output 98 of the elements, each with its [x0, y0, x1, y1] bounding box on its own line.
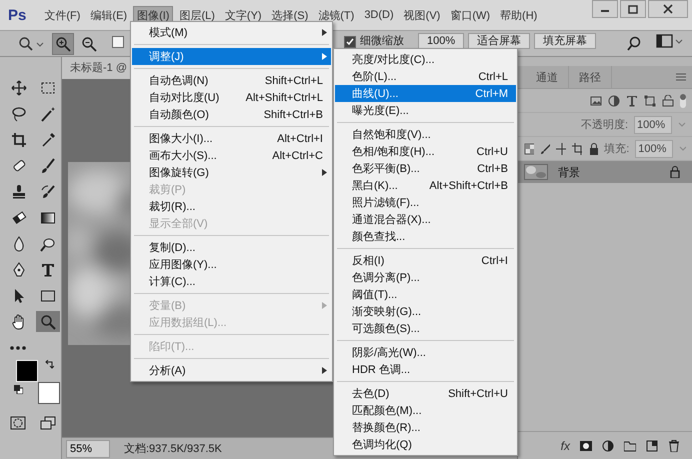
checkbox-label: 细微缩放 [360, 34, 404, 48]
menu-item[interactable]: 可选颜色(S)... [335, 320, 516, 337]
close-icon [663, 4, 673, 14]
menu-title[interactable]: 文件(F) [40, 6, 84, 24]
foreground-color-swatch[interactable] [16, 360, 38, 382]
menu-item[interactable]: 通道混合器(X)... [335, 211, 516, 228]
menu-item[interactable]: 自动对比度(U) Alt+Shift+Ctrl+L [132, 89, 331, 106]
menu-item[interactable]: 复制(D)... [132, 239, 331, 256]
menu-item[interactable]: 色彩平衡(B)... Ctrl+B [335, 160, 516, 177]
option-button[interactable]: 100% [418, 33, 464, 49]
lock-icon[interactable] [588, 142, 598, 154]
background-color-swatch[interactable] [38, 382, 60, 404]
zoom-in-icon[interactable] [52, 33, 74, 55]
checkbox[interactable] [112, 36, 124, 48]
zoom-field[interactable]: 55% [66, 440, 110, 458]
menu-title[interactable]: 选择(S) [268, 6, 312, 24]
menu-item[interactable]: 计算(C)... [132, 273, 331, 290]
layer-style-button[interactable]: fx [560, 438, 570, 452]
menu-item[interactable]: 画布大小(S)... Alt+Ctrl+C [132, 147, 331, 164]
layer-thumbnail [524, 164, 548, 180]
filter-toggle-icon[interactable] [680, 94, 686, 108]
menu-item[interactable]: 调整(J) [132, 48, 331, 65]
fill-label: 填充: [604, 142, 630, 156]
menu-item[interactable]: 亮度/对比度(C)... [335, 51, 516, 68]
restore-button[interactable] [620, 0, 646, 18]
menu-item[interactable]: 曲线(U)... Ctrl+M [335, 85, 516, 102]
menu-title[interactable]: 窗口(W) [446, 6, 494, 24]
menu-title[interactable]: 帮助(H) [496, 6, 542, 24]
default-colors-icon[interactable] [14, 385, 23, 394]
menu-title[interactable]: 编辑(E) [86, 6, 132, 24]
menu-item[interactable]: 反相(I) Ctrl+I [335, 252, 516, 269]
artboard-icon[interactable] [572, 142, 582, 154]
search-icon[interactable] [626, 36, 642, 52]
menu-item[interactable]: 色阶(L)... Ctrl+L [335, 68, 516, 85]
menu-item[interactable]: 照片滤镜(F)... [335, 194, 516, 211]
trash-icon[interactable] [668, 440, 680, 452]
submenu-arrow-icon [322, 169, 327, 176]
menu-item[interactable]: 色调均化(Q) [335, 436, 516, 453]
minimize-button[interactable] [592, 0, 618, 18]
opacity-field[interactable]: 100% [634, 116, 672, 134]
submenu-arrow-icon [322, 29, 327, 36]
menu-item[interactable]: 色调分离(P)... [335, 269, 516, 286]
app-logo: Ps [7, 6, 28, 24]
checkbox[interactable] [344, 36, 356, 48]
zoom-icon[interactable] [36, 311, 60, 332]
smart-object-filter-icon[interactable] [662, 94, 674, 106]
workspace-icon[interactable] [656, 33, 684, 49]
lock-pixels-icon[interactable] [524, 142, 534, 154]
adjustment-layer-icon[interactable] [602, 440, 614, 452]
swap-colors-icon[interactable] [45, 360, 54, 369]
menu-item[interactable]: 替换颜色(R)... [335, 419, 516, 436]
menu-item[interactable]: 匹配颜色(M)... [335, 402, 516, 419]
menu-item[interactable]: 阴影/高光(W)... [335, 344, 516, 361]
adjustment-filter-icon[interactable] [608, 94, 620, 106]
folder-icon[interactable] [624, 440, 636, 452]
mask-icon[interactable] [580, 440, 592, 452]
document-size: 文档:937.5K/937.5K [124, 442, 222, 456]
menu-item[interactable]: 颜色查找... [335, 228, 516, 245]
brush-icon[interactable] [540, 142, 550, 154]
menu-item[interactable]: 自然饱和度(V)... [335, 126, 516, 143]
menu-title[interactable]: 滤镜(T) [314, 6, 358, 24]
menu-item[interactable]: 黑白(K)... Alt+Shift+Ctrl+B [335, 177, 516, 194]
shape-filter-icon[interactable] [644, 94, 656, 106]
layer-row[interactable]: 背景 [518, 161, 692, 183]
option-button[interactable]: 填充屏幕 [534, 33, 596, 49]
opacity-label: 不透明度: [580, 118, 628, 132]
layer-name: 背景 [558, 166, 581, 180]
restore-icon [628, 4, 638, 14]
panel-menu-icon[interactable] [676, 73, 686, 81]
image-filter-icon[interactable] [590, 94, 602, 106]
menu-item[interactable]: 应用图像(Y)... [132, 256, 331, 273]
submenu-arrow-icon [322, 367, 327, 374]
menu-item[interactable]: HDR 色调... [335, 361, 516, 378]
submenu-arrow-icon [322, 302, 327, 309]
menu-item[interactable]: 去色(D) Shift+Ctrl+U [335, 385, 516, 402]
option-button[interactable]: 适合屏幕 [468, 33, 530, 49]
menu-item[interactable]: 裁切(R)... [132, 198, 331, 215]
new-layer-icon[interactable] [646, 440, 658, 452]
submenu-arrow-icon [322, 53, 327, 60]
menu-item[interactable]: 图像大小(I)... Alt+Ctrl+I [132, 130, 331, 147]
menu-item[interactable]: 模式(M) [132, 24, 331, 41]
menu-item[interactable]: 色相/饱和度(H)... Ctrl+U [335, 143, 516, 160]
menu-item[interactable]: 阈值(T)... [335, 286, 516, 303]
menu-title[interactable]: 3D(D) [360, 7, 398, 23]
close-button[interactable] [648, 0, 688, 18]
move-icon[interactable] [556, 142, 566, 154]
menu-item[interactable]: 分析(A) [132, 362, 331, 379]
quick-mask-icon[interactable] [10, 416, 26, 430]
menu-title[interactable]: 文字(Y) [220, 6, 266, 24]
menu-item[interactable]: 曝光度(E)... [335, 102, 516, 119]
menu-item[interactable]: 自动颜色(O) Shift+Ctrl+B [132, 106, 331, 123]
menu-item[interactable]: 图像旋转(G) [132, 164, 331, 181]
type-filter-icon[interactable] [626, 94, 638, 106]
menu-title[interactable]: 视图(V) [400, 6, 444, 24]
menu-item[interactable]: 渐变映射(G)... [335, 303, 516, 320]
menu-title[interactable]: 图层(L) [175, 6, 219, 24]
fill-field[interactable]: 100% [635, 140, 674, 158]
screen-mode-icon[interactable] [40, 416, 56, 430]
